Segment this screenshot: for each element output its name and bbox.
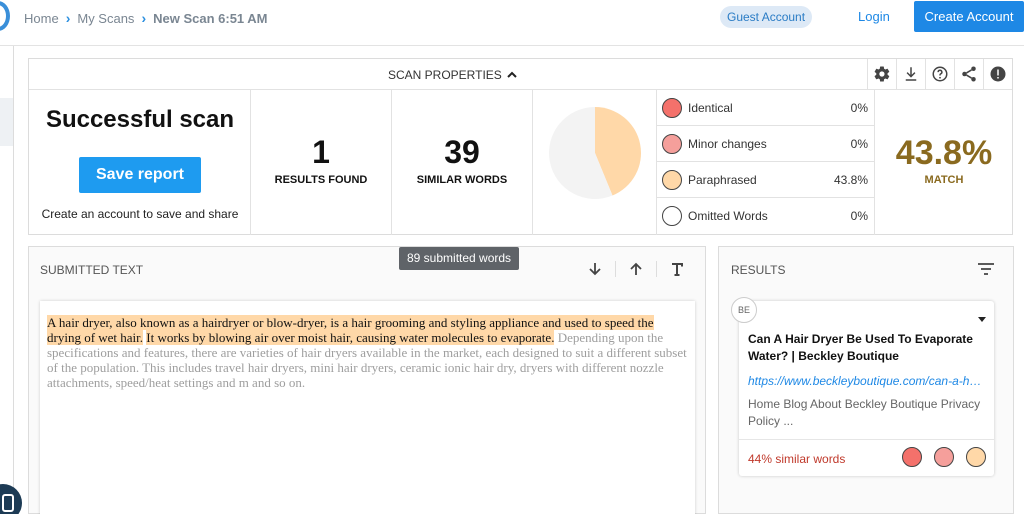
chat-widget-icon[interactable] [0,484,22,514]
similar-words-count: 39 [444,134,480,170]
scan-properties-title: SCAN PROPERTIES [388,68,502,82]
breadcrumb-home[interactable]: Home [24,11,59,26]
scan-properties-header: SCAN PROPERTIES [29,59,1012,90]
legend-value: 43.8% [833,172,868,187]
results-panel: RESULTS BE Can A Hair Dryer Be Used To E… [718,246,1014,514]
legend-label: Identical [688,100,733,115]
legend-value: 0% [850,209,868,223]
sidebar-item-active[interactable] [0,98,13,146]
result-match-dots [902,447,986,467]
legend-dot-paraphrased [662,169,682,190]
filter-icon[interactable] [977,262,995,276]
results-title: RESULTS [731,263,786,277]
next-match-button[interactable] [575,259,615,279]
arrow-down-icon [589,263,601,276]
match-pie-cell [533,90,657,235]
identical-dot[interactable] [902,447,922,467]
app-logo[interactable] [0,1,10,31]
match-percentage-cell: 43.8% MATCH [875,90,1013,235]
download-button[interactable] [896,59,925,89]
help-icon [932,66,948,82]
scan-status-cell: Successful scan Save report Create an ac… [29,90,251,235]
login-link[interactable]: Login [858,9,890,24]
save-report-button[interactable]: Save report [79,157,201,193]
legend-dot-omitted-words [662,206,682,226]
legend-value: 0% [850,136,868,151]
top-bar: Home › My Scans › New Scan 6:51 AM Guest… [0,0,1024,46]
breadcrumb-current: New Scan 6:51 AM [153,10,268,26]
minor-changes-dot[interactable] [934,447,954,467]
legend-row-omitted-words[interactable]: Omitted Words 0% [657,198,875,234]
settings-button[interactable] [867,59,896,89]
scan-properties-panel: SCAN PROPERTIES Successful scan Save rep… [28,58,1013,235]
legend-row-identical[interactable]: Identical 0% [657,90,875,126]
breadcrumb-my-scans[interactable]: My Scans [77,11,134,26]
result-snippet: Home Blog About Beckley Boutique Privacy… [748,397,981,428]
chevron-right-icon: › [65,10,71,26]
left-sidebar [0,46,14,514]
text-format-icon [672,263,683,276]
scan-status-title: Successful scan [45,106,235,133]
guest-account-badge[interactable]: Guest Account [720,6,813,28]
share-button[interactable] [954,59,983,89]
result-card[interactable]: BE Can A Hair Dryer Be Used To Evaporate… [731,297,994,476]
gear-icon [874,66,890,82]
save-hint-text: Create an account to save and share [41,207,239,221]
legend-label: Paraphrased [688,172,757,187]
chevron-up-icon [507,71,517,78]
paraphrased-highlight[interactable]: It works by blowing air over moist hair,… [146,330,555,345]
legend-dot-identical [662,97,682,118]
results-found-count: 1 [312,134,330,170]
text-format-button[interactable] [657,259,697,279]
results-found-cell: 1 RESULTS FOUND [251,90,392,235]
help-button[interactable] [925,59,954,89]
legend-row-minor-changes[interactable]: Minor changes 0% [657,126,875,162]
legend-label: Omitted Words [688,209,768,223]
breadcrumb: Home › My Scans › New Scan 6:51 AM [24,10,268,26]
similar-words-label: SIMILAR WORDS [416,174,508,186]
previous-match-button[interactable] [616,259,656,279]
scan-toolbar [867,59,1012,89]
download-icon [905,67,917,81]
submitted-text-panel: SUBMITTED TEXT 89 submitted words A hair… [28,246,706,514]
scan-properties-toggle[interactable]: SCAN PROPERTIES [388,68,518,82]
match-label: MATCH [924,174,964,186]
paraphrased-dot[interactable] [966,447,986,467]
create-account-button[interactable]: Create Account [914,1,1024,32]
submitted-text-toolbar [575,259,697,279]
share-icon [962,66,976,82]
result-footer: 44% similar words [739,439,994,476]
legend-row-paraphrased[interactable]: Paraphrased 43.8% [657,162,875,198]
submitted-text-title: SUBMITTED TEXT [40,263,144,277]
match-percentage: 43.8% [895,134,993,172]
legend-label: Minor changes [688,136,767,151]
source-avatar: BE [731,297,757,323]
chevron-right-icon: › [141,10,147,26]
results-found-label: RESULTS FOUND [274,174,368,186]
alert-icon [990,66,1006,82]
result-url[interactable]: https://www.beckleyboutique.com/can-a-ha… [748,374,983,388]
result-similarity: 44% similar words [748,452,846,466]
legend-dot-minor-changes [662,133,682,154]
arrow-up-icon [630,262,642,275]
legend-value: 0% [850,100,868,115]
report-button[interactable] [983,59,1012,89]
result-title[interactable]: Can A Hair Dryer Be Used To Evaporate Wa… [748,331,978,365]
similar-words-cell: 39 SIMILAR WORDS [392,90,533,235]
word-count-tooltip: 89 submitted words [399,247,520,270]
match-pie-chart [549,107,641,199]
expand-caret-icon[interactable] [978,317,986,322]
match-legend: Identical 0% Minor changes 0% Paraphrase… [657,90,875,235]
submitted-text-content[interactable]: A hair dryer, also known as a hairdryer … [40,301,695,514]
